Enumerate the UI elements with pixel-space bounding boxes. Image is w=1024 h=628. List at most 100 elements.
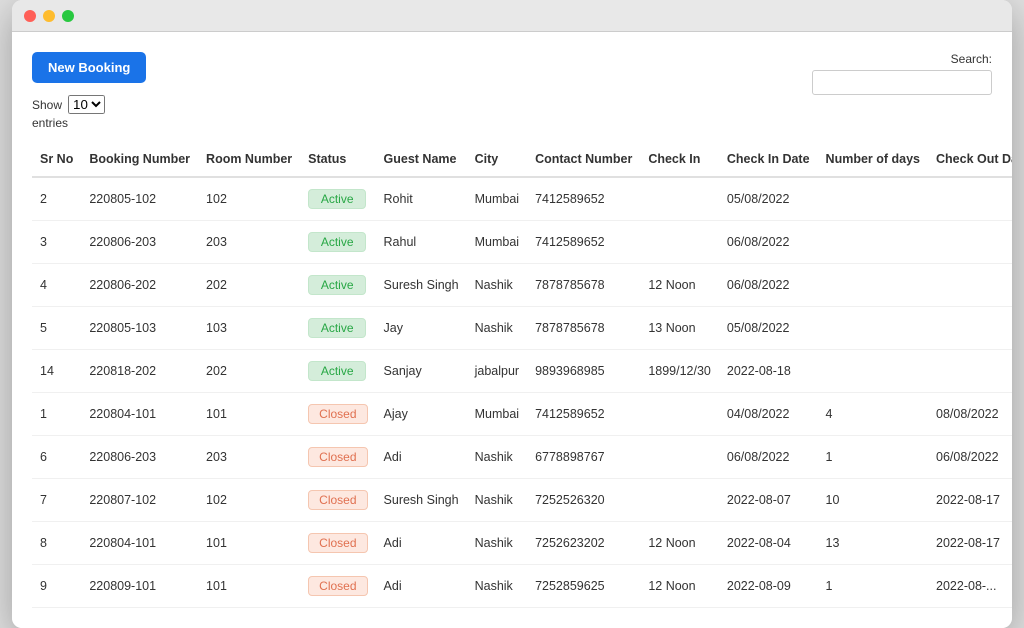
- col-contact: Contact Number: [527, 142, 640, 177]
- status-badge: Closed: [308, 576, 367, 596]
- cell-city: jabalpur: [467, 350, 527, 393]
- entries-select[interactable]: 10 25 50: [68, 95, 105, 114]
- cell-guest: Adi: [376, 565, 467, 608]
- cell-booking: 220806-203: [81, 221, 198, 264]
- cell-checkout: [928, 264, 1012, 307]
- table-row: 8 220804-101 101 Closed Adi Nashik 72526…: [32, 522, 1012, 565]
- cell-days: [818, 221, 928, 264]
- cell-days: [818, 264, 928, 307]
- status-badge: Active: [308, 361, 366, 381]
- table-row: 3 220806-203 203 Active Rahul Mumbai 741…: [32, 221, 1012, 264]
- cell-days: [818, 177, 928, 221]
- cell-guest: Suresh Singh: [376, 479, 467, 522]
- cell-contact: 7412589652: [527, 221, 640, 264]
- cell-room: 102: [198, 177, 300, 221]
- cell-guest: Jay: [376, 307, 467, 350]
- cell-contact: 6778898767: [527, 436, 640, 479]
- cell-room: 202: [198, 350, 300, 393]
- cell-room: 203: [198, 221, 300, 264]
- cell-city: Nashik: [467, 436, 527, 479]
- cell-checkin-date: 05/08/2022: [719, 177, 818, 221]
- cell-guest: Adi: [376, 522, 467, 565]
- cell-days: 1: [818, 436, 928, 479]
- cell-days: 4: [818, 393, 928, 436]
- cell-checkout: 06/08/2022: [928, 436, 1012, 479]
- cell-status: Active: [300, 177, 375, 221]
- col-sr: Sr No: [32, 142, 81, 177]
- table-row: 5 220805-103 103 Active Jay Nashik 78787…: [32, 307, 1012, 350]
- status-badge: Active: [308, 189, 366, 209]
- show-entries-block: Show 10 25 50 entries: [32, 95, 146, 130]
- cell-booking: 220804-101: [81, 522, 198, 565]
- titlebar: [12, 0, 1012, 32]
- cell-contact: 7878785678: [527, 264, 640, 307]
- cell-checkin-date: 2022-08-04: [719, 522, 818, 565]
- cell-guest: Adi: [376, 436, 467, 479]
- cell-sr: 14: [32, 350, 81, 393]
- cell-booking: 220806-202: [81, 264, 198, 307]
- status-badge: Active: [308, 232, 366, 252]
- status-badge: Active: [308, 318, 366, 338]
- cell-status: Closed: [300, 479, 375, 522]
- col-checkin-date: Check In Date: [719, 142, 818, 177]
- cell-status: Active: [300, 307, 375, 350]
- top-bar: New Booking Show 10 25 50 entries Searc: [32, 52, 992, 130]
- cell-checkin-date: 05/08/2022: [719, 307, 818, 350]
- cell-city: Mumbai: [467, 177, 527, 221]
- status-badge: Closed: [308, 447, 367, 467]
- minimize-dot[interactable]: [43, 10, 55, 22]
- cell-contact: 7412589652: [527, 393, 640, 436]
- cell-checkin: 1899/12/30: [640, 350, 719, 393]
- cell-checkin-date: 2022-08-07: [719, 479, 818, 522]
- search-input[interactable]: [812, 70, 992, 95]
- cell-status: Closed: [300, 393, 375, 436]
- cell-contact: 7252623202: [527, 522, 640, 565]
- cell-days: [818, 307, 928, 350]
- cell-checkin-date: 2022-08-09: [719, 565, 818, 608]
- cell-city: Nashik: [467, 522, 527, 565]
- cell-status: Closed: [300, 565, 375, 608]
- cell-checkout: 08/08/2022: [928, 393, 1012, 436]
- cell-city: Nashik: [467, 307, 527, 350]
- close-dot[interactable]: [24, 10, 36, 22]
- cell-sr: 9: [32, 565, 81, 608]
- cell-status: Active: [300, 264, 375, 307]
- cell-booking: 220807-102: [81, 479, 198, 522]
- cell-checkin-date: 2022-08-18: [719, 350, 818, 393]
- main-window: New Booking Show 10 25 50 entries Searc: [12, 0, 1012, 628]
- cell-checkin: [640, 436, 719, 479]
- cell-status: Active: [300, 350, 375, 393]
- cell-guest: Rohit: [376, 177, 467, 221]
- cell-sr: 7: [32, 479, 81, 522]
- cell-sr: 4: [32, 264, 81, 307]
- cell-checkin: [640, 393, 719, 436]
- cell-contact: 9893968985: [527, 350, 640, 393]
- cell-checkin-date: 06/08/2022: [719, 264, 818, 307]
- cell-days: 1: [818, 565, 928, 608]
- cell-guest: Ajay: [376, 393, 467, 436]
- cell-booking: 220818-202: [81, 350, 198, 393]
- new-booking-button[interactable]: New Booking: [32, 52, 146, 83]
- cell-contact: 7252859625: [527, 565, 640, 608]
- cell-status: Closed: [300, 522, 375, 565]
- cell-guest: Rahul: [376, 221, 467, 264]
- status-badge: Closed: [308, 490, 367, 510]
- entries-label: entries: [32, 116, 68, 130]
- table-row: 14 220818-202 202 Active Sanjay jabalpur…: [32, 350, 1012, 393]
- status-badge: Active: [308, 275, 366, 295]
- maximize-dot[interactable]: [62, 10, 74, 22]
- search-label: Search:: [951, 52, 992, 66]
- cell-checkin: [640, 479, 719, 522]
- table-row: 6 220806-203 203 Closed Adi Nashik 67788…: [32, 436, 1012, 479]
- cell-booking: 220804-101: [81, 393, 198, 436]
- col-days: Number of days: [818, 142, 928, 177]
- cell-room: 101: [198, 565, 300, 608]
- table-row: 4 220806-202 202 Active Suresh Singh Nas…: [32, 264, 1012, 307]
- cell-checkin: 13 Noon: [640, 307, 719, 350]
- cell-checkin: [640, 177, 719, 221]
- cell-checkin-date: 06/08/2022: [719, 436, 818, 479]
- col-guest: Guest Name: [376, 142, 467, 177]
- cell-days: 10: [818, 479, 928, 522]
- cell-checkin: [640, 221, 719, 264]
- cell-city: Mumbai: [467, 393, 527, 436]
